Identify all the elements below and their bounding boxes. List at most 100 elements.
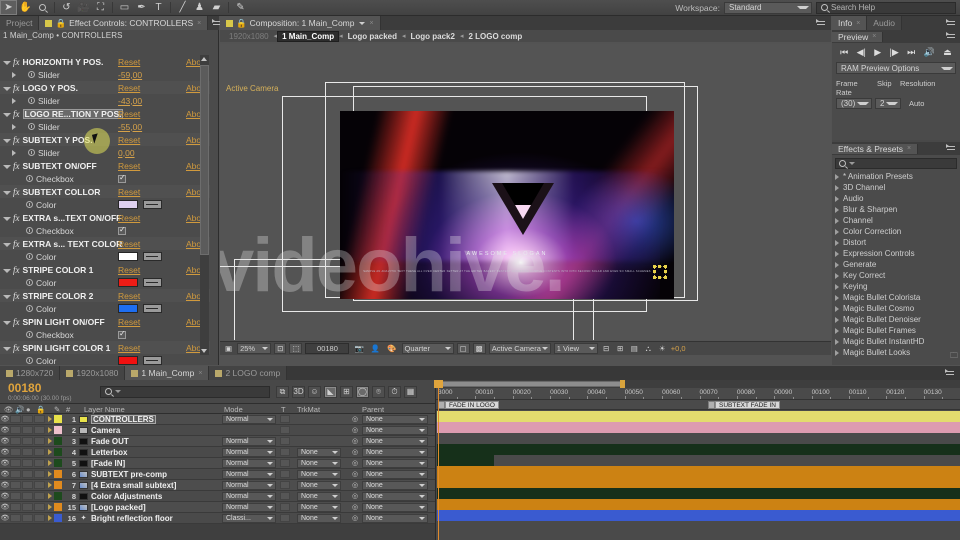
effect-reset-link[interactable]: Reset (118, 343, 140, 353)
layer-blend-mode-select[interactable]: Normal (222, 491, 276, 501)
disclosure-triangle-icon[interactable] (835, 184, 839, 191)
disclosure-triangle-icon[interactable] (835, 294, 839, 301)
disclosure-triangle-icon[interactable] (3, 294, 11, 299)
layer-blend-mode-select[interactable]: Normal (222, 469, 276, 479)
effect-param-row[interactable]: Color (0, 276, 210, 289)
panel-menu-icon[interactable] (946, 31, 957, 42)
layer-solo-toggle[interactable] (22, 470, 33, 478)
disclosure-triangle-icon[interactable] (48, 504, 52, 510)
disclosure-triangle-icon[interactable] (835, 206, 839, 213)
stopwatch-icon[interactable] (26, 201, 33, 208)
layer-trkmat-select[interactable]: None (297, 458, 341, 468)
close-icon[interactable]: × (872, 33, 876, 40)
disclosure-triangle-icon[interactable] (835, 316, 839, 323)
effect-about-link[interactable]: Abo (186, 317, 201, 327)
disclosure-triangle-icon[interactable] (12, 149, 16, 156)
eyedropper-icon[interactable] (143, 356, 162, 365)
disclosure-triangle-icon[interactable] (48, 460, 52, 466)
next-frame-icon[interactable]: |▶ (890, 47, 899, 58)
selection-handles[interactable] (653, 265, 667, 279)
effects-preset-item[interactable]: Magic Bullet Cosmo (832, 303, 960, 314)
effect-reset-link[interactable]: Reset (118, 57, 140, 67)
param-value[interactable]: -43,00 (118, 96, 142, 106)
timeline-search-input[interactable] (100, 385, 270, 398)
layer-lock-toggle[interactable] (34, 481, 45, 489)
layer-visibility-icon[interactable]: 👁 (0, 437, 10, 445)
layer-label-color[interactable] (54, 426, 62, 434)
work-area-bar[interactable] (436, 380, 960, 388)
close-icon[interactable]: × (198, 370, 202, 377)
preview-resolution-value[interactable]: Auto (904, 98, 946, 109)
effect-about-link[interactable]: Abo (186, 265, 201, 275)
effect-param-row[interactable]: Slider -43,00 (0, 94, 210, 107)
crumb-main-comp[interactable]: 1 Main_Comp (277, 30, 340, 42)
layer-blend-mode-select[interactable]: Normal (222, 414, 276, 424)
timeline-layer-row[interactable]: 👁 3 Fade OUT Normal ◎ None (0, 436, 435, 447)
auto-keyframe-icon[interactable]: ⏱ (388, 385, 401, 398)
current-time-indicator[interactable] (434, 380, 443, 540)
effect-name[interactable]: SUBTEXT ON/OFF (23, 161, 97, 171)
effect-reset-link[interactable]: Reset (118, 135, 140, 145)
timeline-icon[interactable]: ▤ (629, 343, 640, 354)
fast-previews-icon[interactable]: ⊞ (615, 343, 626, 354)
layer-visibility-icon[interactable]: 👁 (0, 514, 10, 522)
resolution-select[interactable]: Quarter (401, 343, 454, 354)
disclosure-triangle-icon[interactable] (12, 97, 16, 104)
disclosure-triangle-icon[interactable] (3, 164, 11, 169)
layer-audio-toggle[interactable] (10, 437, 21, 445)
disclosure-triangle-icon[interactable] (3, 112, 11, 117)
param-color-swatch[interactable] (118, 304, 138, 313)
layer-visibility-icon[interactable]: 👁 (0, 459, 10, 467)
layer-solo-toggle[interactable] (22, 415, 33, 423)
layer-audio-toggle[interactable] (10, 415, 21, 423)
disclosure-triangle-icon[interactable] (48, 438, 52, 444)
layer-blend-mode-select[interactable]: Normal (222, 436, 276, 446)
layer-duration-bar[interactable] (437, 466, 960, 477)
layer-duration-bar[interactable] (437, 444, 960, 455)
layer-lock-toggle[interactable] (34, 437, 45, 445)
crumb-logo-comp[interactable]: 2 LOGO comp (463, 32, 527, 41)
disclosure-triangle-icon[interactable] (3, 138, 11, 143)
close-icon[interactable]: × (369, 20, 373, 27)
layer-name[interactable]: Color Adjustments (91, 492, 162, 501)
disclosure-triangle-icon[interactable] (48, 493, 52, 499)
layer-lock-toggle[interactable] (34, 503, 45, 511)
timeline-layer-list[interactable]: 👁 1 CONTROLLERS Normal ◎ None 👁 2 Camera ◎ None 👁 3 F… (0, 414, 435, 540)
layer-lock-toggle[interactable] (34, 448, 45, 456)
layer-solo-toggle[interactable] (22, 481, 33, 489)
param-checkbox[interactable] (118, 329, 126, 339)
layer-trkmat-select[interactable]: None (297, 513, 341, 523)
effect-reset-link[interactable]: Reset (118, 109, 140, 119)
scroll-up-icon[interactable] (201, 57, 207, 61)
tab-audio[interactable]: Audio (867, 16, 903, 30)
time-ruler[interactable]: 3000 00010 00020 00030 00040 00050 00060 00070 0… (436, 388, 960, 400)
effect-about-link[interactable]: Abo (186, 161, 201, 171)
stopwatch-icon[interactable] (28, 123, 35, 130)
timeline-layer-row[interactable]: 👁 1 CONTROLLERS Normal ◎ None (0, 414, 435, 425)
disclosure-triangle-icon[interactable] (835, 338, 839, 345)
disclosure-triangle-icon[interactable] (48, 515, 52, 521)
param-color-swatch[interactable] (118, 252, 138, 261)
comp-marker-pin[interactable] (708, 401, 715, 409)
layer-lock-toggle[interactable] (34, 415, 45, 423)
stopwatch-icon[interactable] (28, 149, 35, 156)
layer-blend-mode-select[interactable]: Normal (222, 480, 276, 490)
disclosure-triangle-icon[interactable] (835, 173, 839, 180)
effect-header-row[interactable]: fx HORIZONTH Y POS. Reset Abo (0, 55, 210, 68)
effect-about-link[interactable]: Abo (186, 291, 201, 301)
layer-name[interactable]: [Fade IN] (91, 459, 125, 468)
selection-tool-icon[interactable]: ➤ (0, 0, 17, 15)
effect-name[interactable]: EXTRA s... TEXT COLOR (23, 239, 123, 249)
exposure-icon[interactable]: ☀ (657, 343, 668, 354)
effect-param-row[interactable]: Checkbox (0, 224, 210, 237)
region-of-interest-icon[interactable]: ⊡ (274, 343, 287, 354)
last-frame-icon[interactable]: ⏭ (907, 47, 915, 58)
effects-preset-item[interactable]: Color Correction (832, 226, 960, 237)
live-update-icon[interactable]: ▦ (404, 385, 417, 398)
layer-trkmat-select[interactable]: None (297, 480, 341, 490)
effects-preset-item[interactable]: 3D Channel (832, 182, 960, 193)
effects-preset-item[interactable]: Expression Controls (832, 248, 960, 259)
effect-about-link[interactable]: Abo (186, 343, 201, 353)
close-icon[interactable]: × (907, 145, 911, 152)
play-icon[interactable]: ▶ (874, 47, 881, 58)
